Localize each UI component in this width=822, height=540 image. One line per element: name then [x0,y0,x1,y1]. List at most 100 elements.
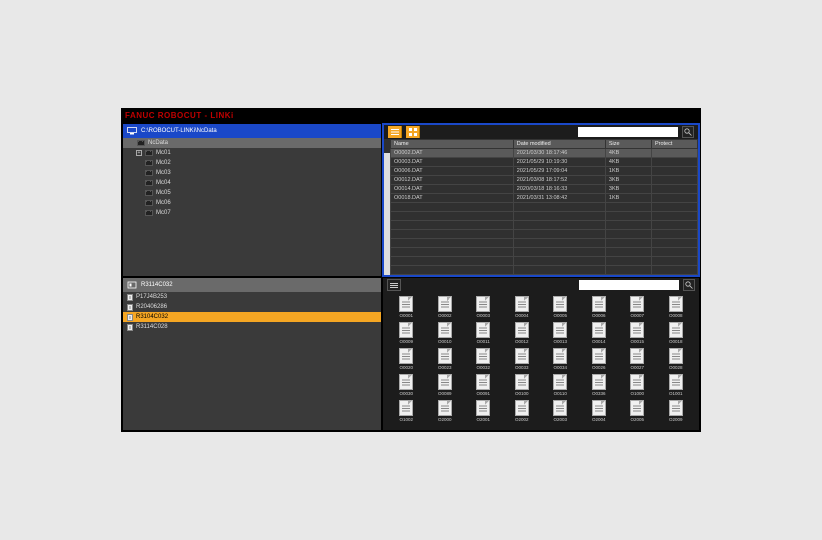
file-icon [399,374,413,390]
thumbnail[interactable]: O1000 [620,374,655,396]
file-icon [399,348,413,364]
local-files-header [384,125,698,139]
thumbnail-label: O0034 [553,365,567,370]
thumbnail[interactable]: O0028 [659,348,694,370]
thumbnail[interactable]: O2001 [466,400,501,422]
thumbnail[interactable]: O0004 [505,296,540,318]
thumbnail[interactable]: O0034 [543,348,578,370]
table-row[interactable]: O0014.DAT2020/03/18 18:16:333KB [391,185,698,194]
cell-size: 4KB [605,158,651,167]
tree-item[interactable]: Mc07 [123,208,381,218]
thumbnail[interactable]: O0032 [466,348,501,370]
tree-item[interactable]: NcData [123,138,381,148]
thumbnail[interactable]: O1002 [389,400,424,422]
table-row[interactable]: O0002.DAT2021/03/30 18:17:464KB [391,149,698,158]
thumbnail[interactable]: O0011 [466,322,501,344]
local-search-button[interactable] [682,126,694,138]
thumbnail-label: O1002 [399,417,413,422]
thumbnail[interactable]: O2005 [620,400,655,422]
tree-item[interactable]: Mc03 [123,168,381,178]
thumbnail-label: O0027 [630,365,644,370]
thumbnail[interactable]: O2009 [659,400,694,422]
local-search-input[interactable] [578,127,678,137]
thumbnail[interactable]: O0027 [620,348,655,370]
thumbnail[interactable]: O0091 [466,374,501,396]
thumbnail[interactable]: O0012 [505,322,540,344]
file-icon [553,374,567,390]
directory-tree[interactable]: NcData+Mc01Mc02Mc03 Mc04 Mc05Mc06Mc07 [123,138,381,276]
thumbnail[interactable]: O0014 [582,322,617,344]
thumbnail[interactable]: O0002 [428,296,463,318]
thumbnail[interactable]: O0009 [389,322,424,344]
thumbnail[interactable]: O0005 [543,296,578,318]
table-row-empty [391,257,698,266]
thumbnail[interactable]: O2004 [582,400,617,422]
col-size[interactable]: Size [605,140,651,149]
col-name[interactable]: Name [391,140,514,149]
thumbnail[interactable]: O0007 [620,296,655,318]
scrollbar[interactable] [384,153,390,275]
tree-item[interactable]: Mc02 [123,158,381,168]
thumbnail[interactable]: O1001 [659,374,694,396]
list-item-label: R3104C032 [136,314,168,320]
thumbnail[interactable]: O0026 [582,348,617,370]
col-protect[interactable]: Protect [651,140,697,149]
remote-search-button[interactable] [683,279,695,291]
remote-doc-list[interactable]: P17J4B253 R20406286 R3104C032 R3114C028 [123,292,381,430]
thumbnail[interactable]: O0110 [543,374,578,396]
thumbnail[interactable]: O0008 [659,296,694,318]
thumbnail-label: O0110 [554,391,567,396]
tree-toggle-icon[interactable]: + [136,150,142,156]
tree-item[interactable]: Mc04 [123,178,381,188]
table-row[interactable]: O0006.DAT2021/05/29 17:09:041KB [391,167,698,176]
view-mode-button[interactable] [387,279,401,291]
file-table: Name Date modified Size Protect O0002.DA… [390,139,698,275]
cell-date: 2021/03/31 13:08:42 [513,194,605,203]
file-icon [630,374,644,390]
thumbnail[interactable]: O0020 [389,348,424,370]
thumbnail[interactable]: O0030 [389,374,424,396]
thumbnail-label: O0006 [592,313,606,318]
thumbnail[interactable]: O0089 [428,374,463,396]
thumbnail[interactable]: O2002 [505,400,540,422]
thumbnail[interactable]: O2000 [428,400,463,422]
thumbnail-label: O2004 [592,417,606,422]
thumbnail[interactable]: O0015 [620,322,655,344]
view-thumb-button[interactable] [406,126,420,138]
thumbnail[interactable]: O0013 [543,322,578,344]
tree-item[interactable]: +Mc01 [123,148,381,158]
tree-item[interactable]: Mc06 [123,198,381,208]
thumbnail[interactable]: O0100 [505,374,540,396]
thumbnail[interactable]: O0010 [428,322,463,344]
remote-search-input[interactable] [579,280,679,290]
tree-item-label: Mc04 [156,180,171,186]
list-item[interactable]: R20406286 [123,302,381,312]
table-row[interactable]: O0018.DAT2021/03/31 13:08:421KB [391,194,698,203]
tree-item[interactable]: Mc05 [123,188,381,198]
thumbnail[interactable]: O0003 [466,296,501,318]
col-date[interactable]: Date modified [513,140,605,149]
list-item[interactable]: R3104C032 [123,312,381,322]
list-item-label: P17J4B253 [136,294,167,300]
cell-name: O0014.DAT [391,185,514,194]
view-list-button[interactable] [388,126,402,138]
thumbnail[interactable]: O2003 [543,400,578,422]
thumbnail[interactable]: O0033 [505,348,540,370]
thumbnail[interactable]: O0018 [659,322,694,344]
thumbnail-label: O0091 [476,391,490,396]
cell-date: 2021/05/29 10:19:30 [513,158,605,167]
thumbnail-label: O2000 [438,417,452,422]
file-table-header-row[interactable]: Name Date modified Size Protect [391,140,698,149]
thumbnail[interactable]: O0006 [582,296,617,318]
document-icon [127,314,133,321]
list-item[interactable]: P17J4B253 [123,292,381,302]
cell-size: 4KB [605,149,651,158]
thumbnail[interactable]: O0001 [389,296,424,318]
list-item-label: R20406286 [136,304,167,310]
thumbnail[interactable]: O0023 [428,348,463,370]
table-row[interactable]: O0012.DAT2021/03/08 18:17:523KB [391,176,698,185]
table-row[interactable]: O0003.DAT2021/05/29 10:19:304KB [391,158,698,167]
list-item[interactable]: R3114C028 [123,322,381,332]
thumbnail[interactable]: O0336 [582,374,617,396]
thumbnail-grid[interactable]: O0001O0002O0003O0004O0005 O0006 O0007O0008… [383,292,699,430]
